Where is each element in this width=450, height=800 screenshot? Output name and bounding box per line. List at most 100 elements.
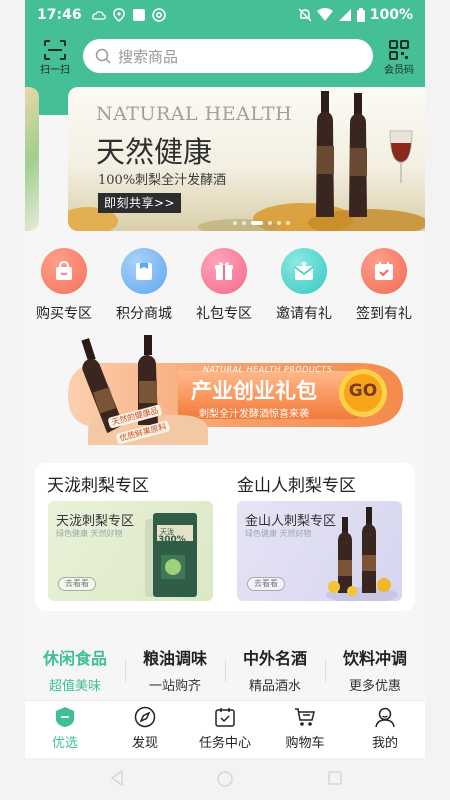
zone-view-button[interactable]: 去看看 [58,577,96,591]
tab-featured[interactable]: 优选 [25,706,105,751]
status-bar: 17:46 100% [25,0,425,30]
top-header: 扫一扫 搜索商品 会员码 [25,30,425,85]
zone-view-button[interactable]: 去看看 [247,577,285,591]
category-subtitle: 更多优惠 [348,679,401,694]
category-subtitle: 超值美味 [48,679,101,694]
tab-label: 优选 [51,736,78,751]
zone-title: 天泷刺梨专区 [47,476,149,496]
status-right: 100% [298,7,413,23]
invite-envelope-icon [281,248,327,294]
category-tab-grain-oil[interactable]: 粮油调味 一站购齐 [125,645,225,694]
tab-label: 我的 [371,736,398,751]
tab-cart[interactable]: 购物车 [265,706,345,751]
scan-icon [44,40,66,60]
banner-carousel[interactable]: NATURAL HEALTH 天然健康 100%刺梨全汁发酵酒 即刻共享>> [25,85,425,232]
app-window: 17:46 100% 扫一扫 搜索商品 会员码 NATURAL HEALTH 天… [25,0,425,758]
search-icon [95,48,111,64]
calendar-check-icon [361,248,407,294]
nav-item-gift[interactable]: 礼包专区 [188,248,260,323]
banner-slide[interactable]: NATURAL HEALTH 天然健康 100%刺梨全汁发酵酒 即刻共享>> [68,87,425,231]
user-icon [375,707,395,728]
promo-title: 产业创业礼包 [191,379,317,403]
category-title: 休闲食品 [42,649,107,668]
zones-card: 天泷刺梨专区 金山人刺梨专区 天泷 300% 天泷刺梨专区 绿色健康 天然好物 … [35,463,415,611]
nav-label: 积分商城 [116,306,172,322]
wifi-icon [316,8,333,21]
product-can-image [145,513,197,597]
carousel-dot [277,221,281,225]
zone-card-title: 金山人刺梨专区 [245,514,337,529]
signal-icon [338,9,351,21]
zone-card-subtitle: 绿色健康 天然好物 [56,529,123,538]
zone-title: 金山人刺梨专区 [237,476,356,496]
at-sign-icon [151,8,166,22]
search-placeholder: 搜索商品 [118,47,179,66]
nav-item-invite[interactable]: 邀请有礼 [268,248,340,323]
cloud-icon [91,11,106,20]
carousel-dot-active [251,221,263,225]
promo-subtitle: 刺梨全汁发酵酒惊喜来袭 [199,409,309,420]
gift-icon [201,248,247,294]
points-store-icon [121,248,167,294]
search-input[interactable]: 搜索商品 [83,39,373,73]
tab-profile[interactable]: 我的 [345,706,425,751]
banner-cta-button[interactable]: 即刻共享>> [98,193,182,213]
recents-icon[interactable] [328,771,342,785]
carousel-dot [268,221,272,225]
tab-label: 发现 [131,736,158,751]
location-icon [112,8,125,22]
promo-banner[interactable]: NATURAL HEALTH PRODUCTS 产业创业礼包 刺梨全汁发酵酒惊喜… [58,335,403,445]
back-icon[interactable] [110,770,124,786]
category-subtitle: 一站购齐 [148,679,201,694]
nav-label: 签到有礼 [356,306,412,322]
battery-icon [356,8,365,22]
zone-card-title: 天泷刺梨专区 [56,514,135,529]
category-tab-wine[interactable]: 中外名酒 精品酒水 [225,645,325,694]
category-title: 粮油调味 [142,649,207,668]
wine-bottles-image [316,91,413,217]
zone-card-tianlong[interactable]: 天泷 300% 天泷刺梨专区 绿色健康 天然好物 去看看 [48,501,213,601]
nav-item-purchase[interactable]: 购买专区 [28,248,100,323]
nav-item-checkin[interactable]: 签到有礼 [348,248,420,323]
category-subtitle: 精品酒水 [248,679,301,694]
category-title: 中外名酒 [242,649,307,668]
category-tab-drinks[interactable]: 饮料冲调 更多优惠 [325,645,425,694]
shopping-bag-icon [41,248,87,294]
scan-button[interactable]: 扫一扫 [35,40,75,76]
nav-label: 礼包专区 [196,306,252,322]
banner-title: 天然健康 [96,135,213,169]
member-code-button[interactable]: 会员码 [379,40,419,76]
promo-go-button[interactable]: GO [348,381,378,401]
zone-card-subtitle: 绿色健康 天然好物 [245,529,312,538]
cart-icon [295,708,315,726]
nav-item-points-store[interactable]: 积分商城 [108,248,180,323]
tab-label: 购物车 [285,736,325,751]
carousel-indicator [233,221,290,225]
category-tab-snacks[interactable]: 休闲食品 超值美味 [25,645,125,694]
nav-label: 购买专区 [36,306,92,322]
tab-discover[interactable]: 发现 [105,706,185,751]
carousel-dot [242,221,246,225]
promo-en: NATURAL HEALTH PRODUCTS [203,365,333,374]
task-calendar-icon [215,708,235,727]
carousel-dot [286,221,290,225]
nav-label: 邀请有礼 [276,306,332,322]
carousel-dot [233,221,237,225]
member-code-label: 会员码 [384,65,414,76]
zone-card-jinshanren[interactable]: 金山人刺梨专区 绿色健康 天然好物 去看看 [237,501,402,601]
tab-label: 任务中心 [198,736,251,751]
scan-label: 扫一扫 [40,65,70,76]
banner-title-en: NATURAL HEALTH [96,103,293,125]
bottom-tab-bar: 优选 发现 任务中心 购物车 我的 [25,700,425,758]
banner-subtitle: 100%刺梨全汁发酵酒 [98,173,227,188]
home-shield-icon [56,707,74,727]
home-icon[interactable] [217,771,233,787]
compass-icon [134,706,156,728]
battery-percent: 100% [369,7,413,23]
banner-prev-slide[interactable] [25,87,39,231]
mute-icon [298,8,312,22]
app-square-icon [132,9,145,21]
tab-task-center[interactable]: 任务中心 [185,706,265,751]
qr-code-icon [389,40,409,60]
category-title: 饮料冲调 [342,649,407,668]
